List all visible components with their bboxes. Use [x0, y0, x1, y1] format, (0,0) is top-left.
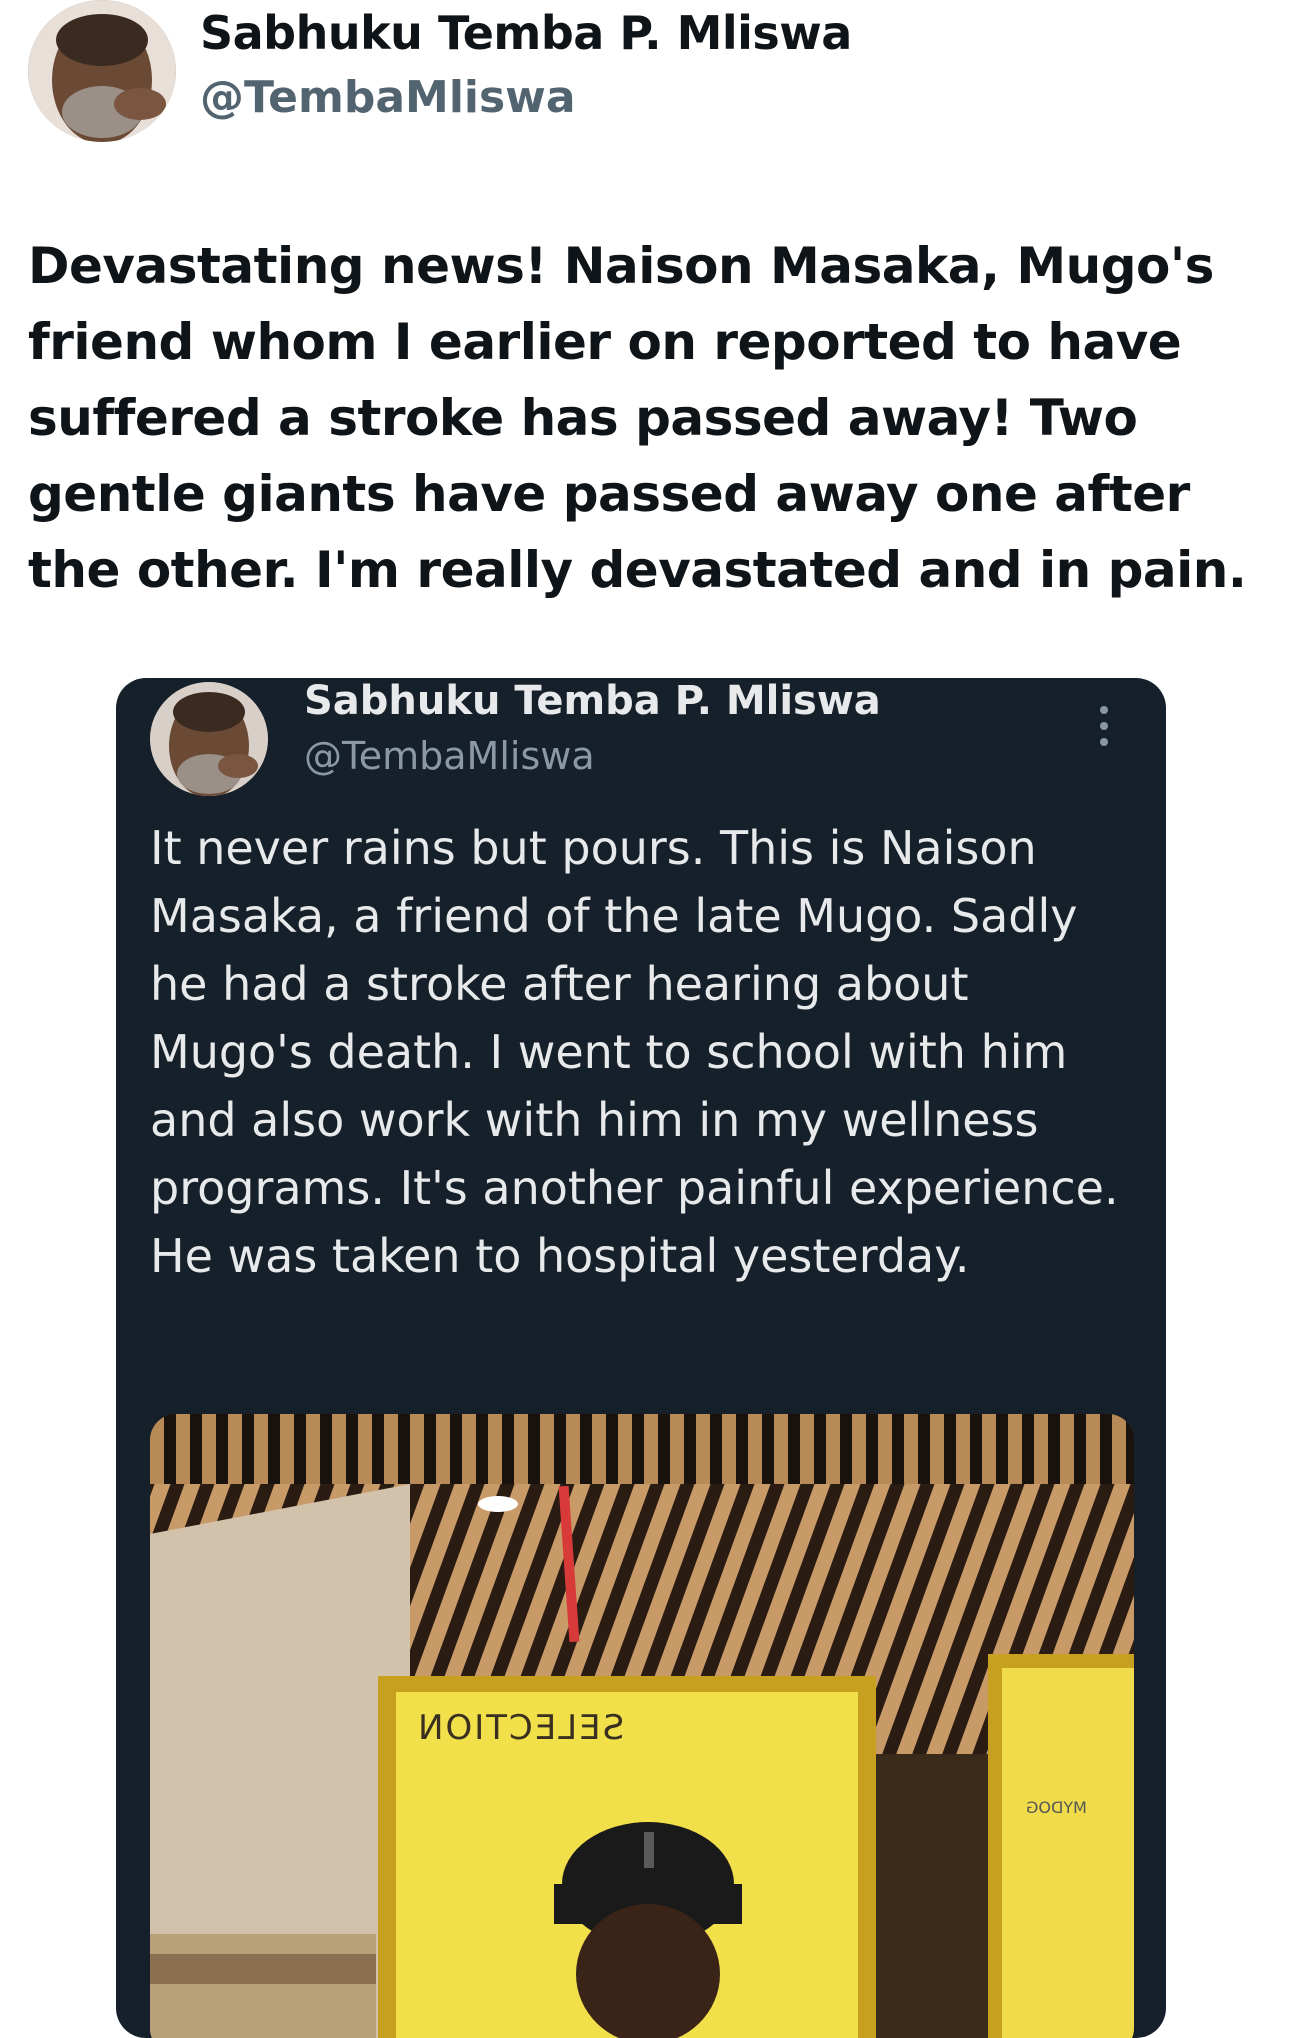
quoted-tweet-text: It never rains but pours. This is Naison…	[150, 821, 1119, 1283]
quoted-author-handle[interactable]: @TembaMliswa	[304, 734, 595, 778]
quoted-avatar[interactable]	[150, 682, 268, 796]
quoted-photo[interactable]	[150, 1414, 1134, 2038]
photo-sign-text: SELECTION	[416, 1708, 625, 1748]
author-name[interactable]: Sabhuku Temba P. Mliswa	[200, 6, 852, 60]
more-vertical-icon[interactable]	[1096, 702, 1112, 750]
quoted-tweet-card[interactable]: Sabhuku Temba P. Mliswa @TembaMliswa It …	[116, 678, 1166, 2038]
photo-brand-text: MYDOG	[1026, 1798, 1087, 1817]
author-handle[interactable]: @TembaMliswa	[200, 72, 576, 123]
tweet-text: Devastating news! Naison Masaka, Mugo's …	[28, 237, 1247, 599]
quoted-author-name[interactable]: Sabhuku Temba P. Mliswa	[304, 678, 881, 724]
main-avatar[interactable]	[28, 0, 176, 142]
